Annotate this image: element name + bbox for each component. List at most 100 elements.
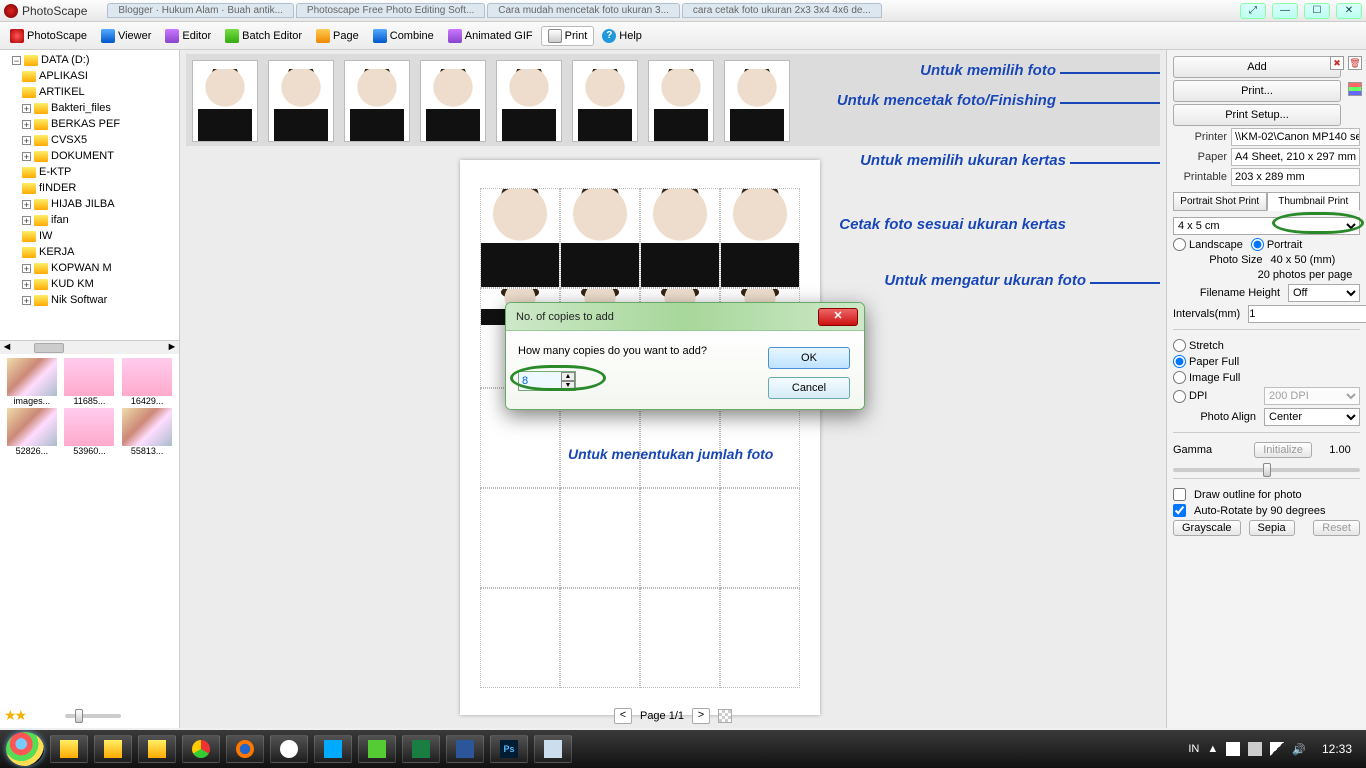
task-firefox[interactable]	[226, 735, 264, 763]
tree-h-scrollbar[interactable]: ◄►	[0, 340, 179, 354]
list-style-icon[interactable]	[1348, 82, 1362, 96]
expand-icon[interactable]: +	[22, 136, 31, 145]
trash-icon[interactable]: 🗑	[1348, 56, 1362, 70]
language-indicator[interactable]: IN	[1188, 743, 1199, 755]
image-full-radio[interactable]: Image Full	[1173, 371, 1240, 384]
thumbnail[interactable]: 53960...	[62, 408, 118, 456]
tree-item[interactable]: fINDER	[2, 180, 177, 196]
paper-full-radio[interactable]: Paper Full	[1173, 355, 1239, 368]
tree-item[interactable]: +DOKUMENT	[2, 148, 177, 164]
folder-tree[interactable]: −DATA (D:) APLIKASI ARTIKEL +Bakteri_fil…	[0, 50, 179, 340]
tree-item[interactable]: +ifan	[2, 212, 177, 228]
next-page-button[interactable]: >	[692, 708, 710, 724]
maximize-button[interactable]: ☐	[1304, 3, 1330, 19]
expand-icon[interactable]: +	[22, 280, 31, 289]
filmstrip-item[interactable]	[496, 60, 562, 142]
sepia-button[interactable]: Sepia	[1249, 520, 1295, 536]
tab-photoscape[interactable]: PhotoScape	[4, 27, 93, 45]
network-icon[interactable]	[1270, 742, 1284, 756]
expand-icon[interactable]: +	[22, 152, 31, 161]
expand-icon[interactable]: +	[22, 264, 31, 273]
dpi-radio[interactable]: DPI	[1173, 390, 1207, 403]
tab-page[interactable]: Page	[310, 27, 365, 45]
browser-tab[interactable]: cara cetak foto ukuran 2x3 3x4 4x6 de...	[682, 3, 882, 18]
tree-item[interactable]: +KOPWAN M	[2, 260, 177, 276]
filmstrip-item[interactable]	[648, 60, 714, 142]
transparency-toggle[interactable]	[718, 709, 732, 723]
task-excel[interactable]	[402, 735, 440, 763]
tray-up-icon[interactable]: ▲	[1207, 743, 1218, 755]
filmstrip-item[interactable]	[192, 60, 258, 142]
auto-rotate-checkbox[interactable]: Auto-Rotate by 90 degrees	[1173, 504, 1360, 517]
thumbnail[interactable]: 52826...	[4, 408, 60, 456]
tree-item[interactable]: IW	[2, 228, 177, 244]
portrait-radio[interactable]: Portrait	[1251, 238, 1302, 251]
filmstrip-item[interactable]	[420, 60, 486, 142]
filmstrip-item[interactable]	[572, 60, 638, 142]
flag-icon[interactable]	[1226, 742, 1240, 756]
cancel-button[interactable]: Cancel	[768, 377, 850, 399]
tree-item[interactable]: +HIJAB JILBA	[2, 196, 177, 212]
tree-item[interactable]: ARTIKEL	[2, 84, 177, 100]
browser-tab[interactable]: Cara mudah mencetak foto ukuran 3...	[487, 3, 680, 18]
browser-tab[interactable]: Blogger · Hukum Alam · Buah antik...	[107, 3, 294, 18]
ok-button[interactable]: OK	[768, 347, 850, 369]
thumbnail[interactable]: 16429...	[119, 358, 175, 406]
draw-outline-checkbox[interactable]: Draw outline for photo	[1173, 488, 1360, 501]
zoom-slider[interactable]	[65, 714, 121, 718]
tree-item[interactable]: E-KTP	[2, 164, 177, 180]
photo-align-select[interactable]: Center	[1264, 408, 1360, 426]
task-word[interactable]	[446, 735, 484, 763]
print-button[interactable]: Print...	[1173, 80, 1341, 102]
browser-tab[interactable]: Photoscape Free Photo Editing Soft...	[296, 3, 485, 18]
start-button[interactable]	[6, 732, 44, 766]
tab-help[interactable]: ?Help	[596, 27, 648, 45]
task-explorer[interactable]	[50, 735, 88, 763]
task-notepad[interactable]	[534, 735, 572, 763]
clock[interactable]: 12:33	[1314, 742, 1360, 756]
dialog-titlebar[interactable]: No. of copies to add ✕	[506, 303, 864, 331]
tab-editor[interactable]: Editor	[159, 27, 217, 45]
filename-height-select[interactable]: Off	[1288, 284, 1360, 302]
stretch-radio[interactable]: Stretch	[1173, 339, 1224, 352]
tree-item[interactable]: +Nik Softwar	[2, 292, 177, 308]
print-setup-button[interactable]: Print Setup...	[1173, 104, 1341, 126]
tab-portrait-shot[interactable]: Portrait Shot Print	[1173, 192, 1267, 211]
gamma-initialize-button[interactable]: Initialize	[1254, 442, 1312, 458]
delete-all-icon[interactable]: ✖	[1330, 56, 1344, 70]
tab-print[interactable]: Print	[541, 26, 595, 46]
task-explorer[interactable]	[94, 735, 132, 763]
task-explorer[interactable]	[138, 735, 176, 763]
task-teamviewer[interactable]	[314, 735, 352, 763]
tab-viewer[interactable]: Viewer	[95, 27, 157, 45]
tree-root[interactable]: −DATA (D:)	[2, 52, 177, 68]
tab-thumbnail-print[interactable]: Thumbnail Print	[1267, 192, 1361, 211]
reset-button[interactable]: Reset	[1313, 520, 1360, 536]
favorite-icon[interactable]: ★★	[4, 707, 25, 724]
filmstrip-item[interactable]	[724, 60, 790, 142]
landscape-radio[interactable]: Landscape	[1173, 238, 1243, 251]
task-photoshop[interactable]: Ps	[490, 735, 528, 763]
thumbnail[interactable]: images...	[4, 358, 60, 406]
expand-icon[interactable]: +	[22, 104, 31, 113]
collapse-icon[interactable]: −	[12, 56, 21, 65]
tree-item[interactable]: APLIKASI	[2, 68, 177, 84]
task-item[interactable]	[270, 735, 308, 763]
add-button[interactable]: Add	[1173, 56, 1341, 78]
task-chrome[interactable]	[182, 735, 220, 763]
tab-batch-editor[interactable]: Batch Editor	[219, 27, 308, 45]
volume-icon[interactable]: 🔊	[1292, 743, 1306, 756]
close-button[interactable]: ✕	[1336, 3, 1362, 19]
tab-animated-gif[interactable]: Animated GIF	[442, 27, 539, 45]
tree-item[interactable]: KERJA	[2, 244, 177, 260]
restore-down-button[interactable]: ⤢	[1240, 3, 1266, 19]
minimize-button[interactable]: —	[1272, 3, 1298, 19]
gamma-slider[interactable]	[1173, 468, 1360, 472]
thumbnail[interactable]: 55813...	[119, 408, 175, 456]
filmstrip-item[interactable]	[344, 60, 410, 142]
expand-icon[interactable]: +	[22, 120, 31, 129]
grayscale-button[interactable]: Grayscale	[1173, 520, 1241, 536]
prev-page-button[interactable]: <	[614, 708, 632, 724]
expand-icon[interactable]: +	[22, 200, 31, 209]
intervals-input[interactable]	[1248, 305, 1366, 323]
